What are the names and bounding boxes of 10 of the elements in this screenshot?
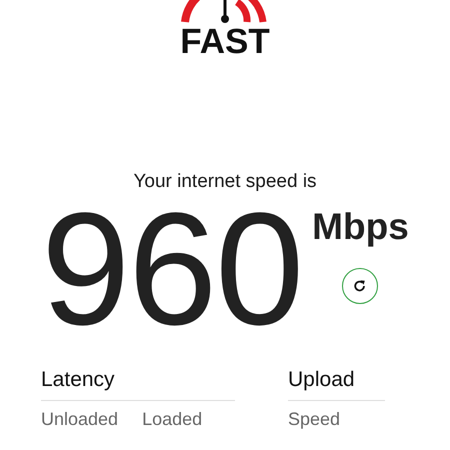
metric-label: Unloaded xyxy=(41,408,118,431)
speed-caption: Your internet speed is xyxy=(133,170,317,194)
metric-label: Loaded xyxy=(142,408,202,431)
refresh-button[interactable] xyxy=(342,268,378,304)
metric-title: Upload xyxy=(288,366,385,401)
logo-text: FAST xyxy=(180,24,270,60)
speed-unit: Mbps xyxy=(312,205,409,249)
speed-value: 960 xyxy=(41,194,302,344)
metric-label: Speed xyxy=(288,408,340,431)
metric-title: Latency xyxy=(41,366,235,401)
